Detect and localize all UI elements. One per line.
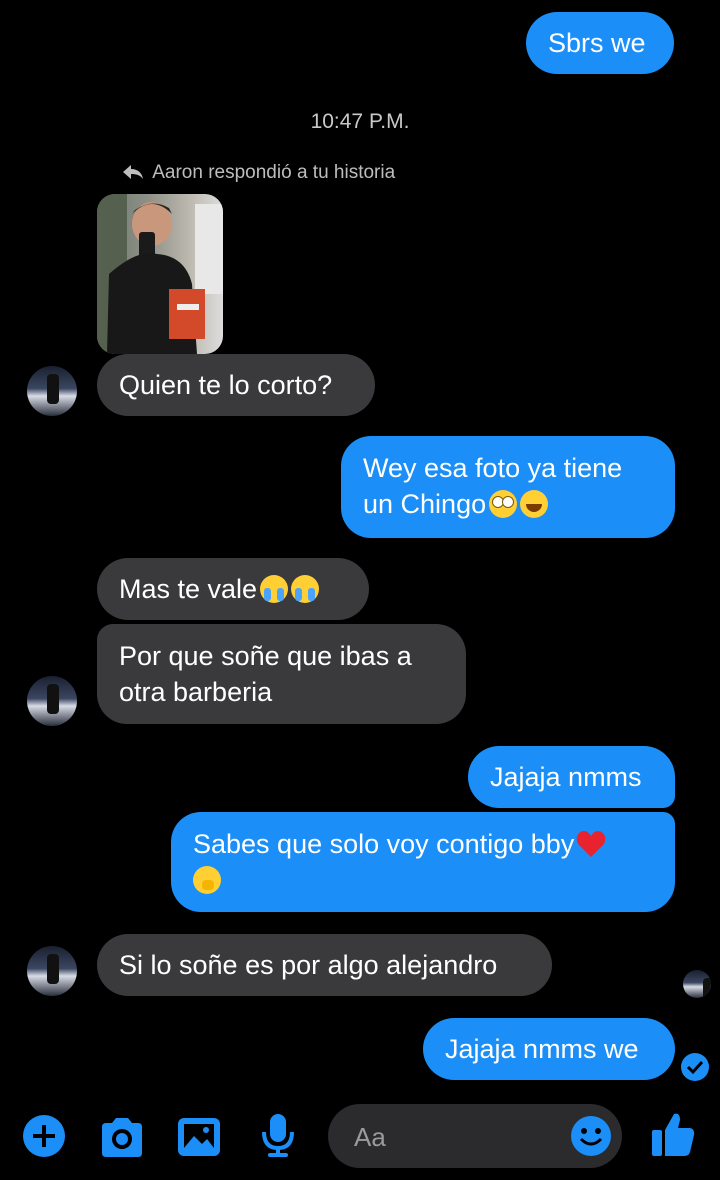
timestamp: 10:47 P.M. <box>310 110 410 133</box>
message-text: Mas te vale <box>119 574 258 604</box>
avatar[interactable] <box>27 946 77 996</box>
avatar[interactable] <box>27 366 77 416</box>
incoming-message[interactable]: Si lo soñe es por algo alejandro <box>97 934 552 996</box>
message-text: Jajaja nmms we <box>445 1034 639 1064</box>
camera-icon[interactable] <box>98 1115 146 1159</box>
read-receipt-avatar <box>683 970 711 998</box>
microphone-icon[interactable] <box>260 1112 296 1158</box>
laughing-emoji <box>520 490 549 518</box>
image-icon[interactable] <box>176 1116 222 1158</box>
outgoing-message[interactable]: Sabes que solo voy contigo bby <box>171 812 675 912</box>
outgoing-message[interactable]: Wey esa foto ya tiene un Chingo <box>341 436 675 538</box>
reply-arrow-icon <box>123 165 143 179</box>
crying-emoji <box>291 575 320 603</box>
message-text-line: Wey esa foto ya tiene <box>363 453 623 483</box>
avatar[interactable] <box>27 676 77 726</box>
hand-over-mouth-emoji <box>193 866 221 894</box>
outgoing-message[interactable]: Jajaja nmms we <box>423 1018 675 1080</box>
heart-emoji <box>577 831 606 857</box>
reply-note-text: Aaron respondió a tu historia <box>152 162 396 183</box>
person-photo <box>97 194 223 354</box>
outgoing-message[interactable]: Jajaja nmms <box>468 746 675 808</box>
incoming-message[interactable]: Por que soñe que ibas a otra barberia <box>97 624 466 724</box>
story-thumbnail[interactable] <box>97 194 223 354</box>
emoji-icon[interactable] <box>570 1115 612 1157</box>
message-text: Quien te lo corto? <box>119 370 333 400</box>
incoming-message[interactable]: Quien te lo corto? <box>97 354 375 416</box>
rolling-eyes-emoji <box>489 490 518 518</box>
message-text: Si lo soñe es por algo alejandro <box>119 950 498 980</box>
message-text-line: otra barberia <box>119 677 273 707</box>
message-text-line: un Chingo <box>363 489 487 519</box>
delivered-check-icon <box>681 1053 709 1081</box>
thumbs-up-icon[interactable] <box>650 1110 696 1158</box>
outgoing-message[interactable]: Sbrs we <box>526 12 674 74</box>
incoming-message[interactable]: Mas te vale <box>97 558 369 620</box>
plus-icon[interactable] <box>22 1114 66 1158</box>
message-text: Sabes que solo voy contigo bby <box>193 829 575 859</box>
message-text: Sbrs we <box>548 28 646 58</box>
crying-emoji <box>260 575 289 603</box>
story-reply-note: Aaron respondió a tu historia <box>122 162 395 184</box>
message-input[interactable]: Aa <box>328 1104 622 1168</box>
message-text-line: Por que soñe que ibas a <box>119 641 412 671</box>
message-input-placeholder: Aa <box>354 1122 386 1152</box>
message-text: Jajaja nmms <box>490 762 642 792</box>
